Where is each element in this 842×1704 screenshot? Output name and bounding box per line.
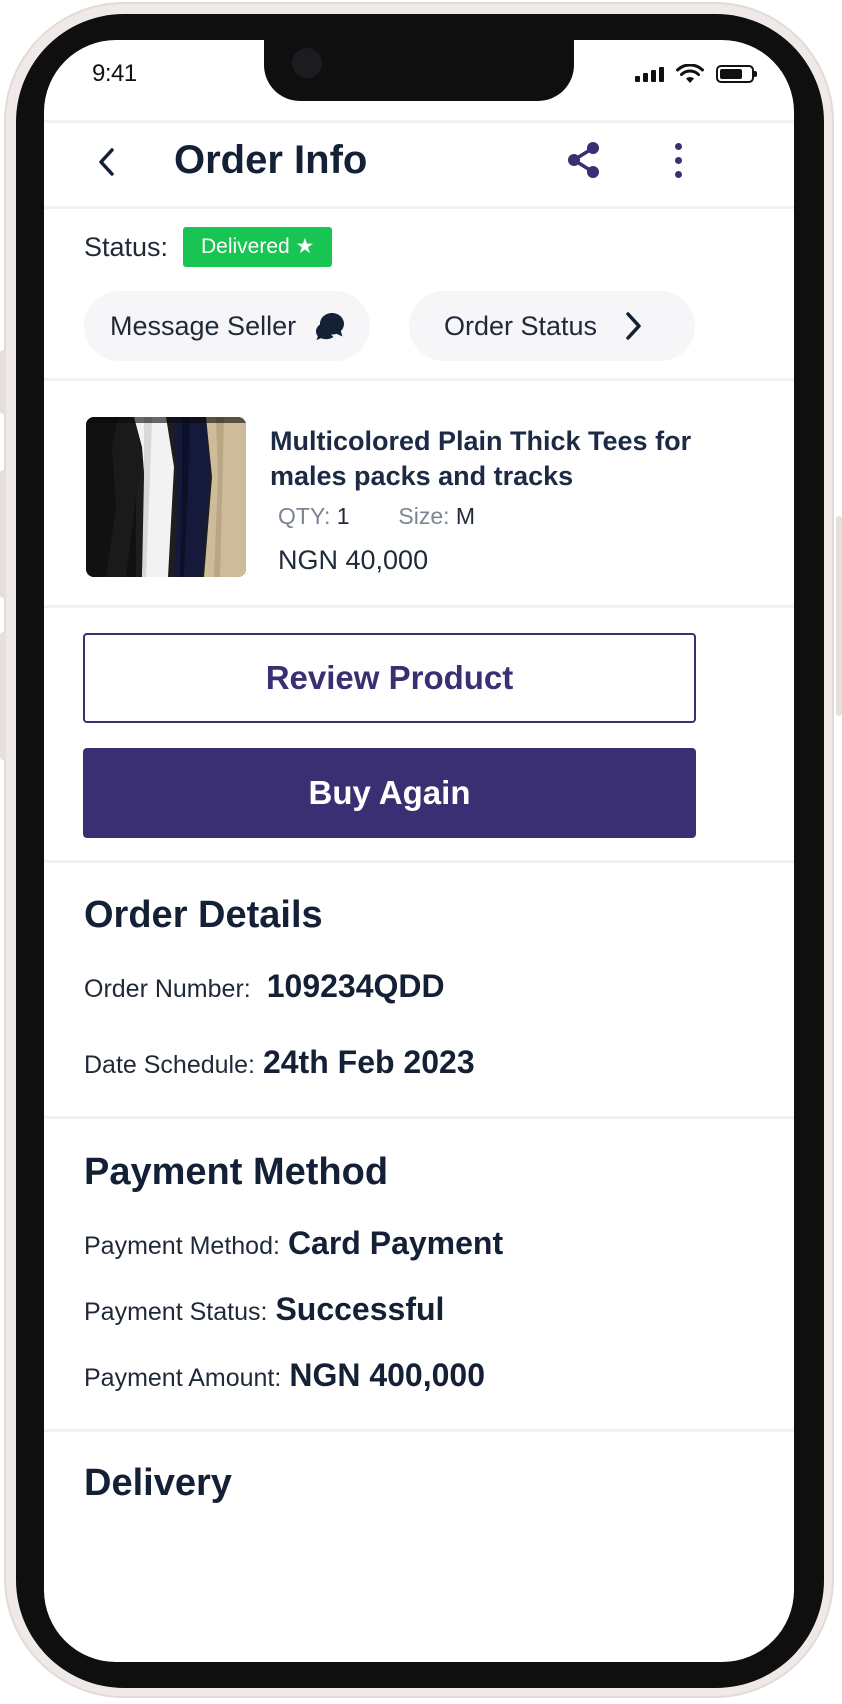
more-options-button[interactable]: [658, 140, 698, 180]
message-seller-label: Message Seller: [110, 310, 297, 341]
payment-amount-row: Payment Amount: NGN 400,000: [84, 1357, 485, 1394]
order-status-button[interactable]: Order Status: [409, 291, 695, 361]
product-meta: QTY: 1 Size: M: [278, 503, 475, 530]
phone-side-button: [0, 350, 6, 414]
payment-method-value: Card Payment: [287, 1225, 504, 1261]
date-schedule-label: Date Schedule:: [84, 1051, 255, 1079]
product-name[interactable]: Multicolored Plain Thick Tees for males …: [270, 424, 710, 494]
qty-value: 1: [336, 503, 350, 529]
product-price: NGN 40,000: [278, 545, 429, 575]
app-screen: 9:41 Order Info Status: Delivered ★ Mess…: [44, 40, 794, 1662]
share-button[interactable]: [564, 140, 604, 180]
chat-bubbles-icon: [316, 313, 345, 340]
order-status-label: Order Status: [444, 310, 598, 341]
payment-method-row: Payment Method: Card Payment: [84, 1225, 503, 1262]
order-details-title: Order Details: [84, 894, 323, 936]
order-number-value: 109234QDD: [266, 968, 445, 1004]
status-time: 9:41: [92, 60, 137, 87]
battery-icon: [716, 65, 757, 83]
date-schedule-row: Date Schedule: 24th Feb 2023: [84, 1044, 475, 1081]
divider: [44, 605, 794, 608]
status-label: Status:: [84, 232, 169, 262]
payment-status-row: Payment Status: Successful: [84, 1291, 444, 1328]
size-value: M: [455, 503, 476, 529]
tshirts-photo: [86, 417, 246, 577]
divider: [44, 206, 794, 209]
buy-again-button[interactable]: Buy Again: [83, 748, 696, 838]
chevron-right-icon: [626, 312, 641, 340]
chevron-left-icon: [99, 148, 114, 176]
delivery-title: Delivery: [84, 1462, 232, 1504]
phone-side-button: [836, 516, 842, 716]
divider: [44, 378, 794, 381]
order-number-label: Order Number:: [84, 975, 251, 1003]
qty-label: QTY:: [278, 503, 331, 529]
page-title: Order Info: [174, 138, 368, 182]
payment-amount-value: NGN 400,000: [289, 1357, 485, 1393]
front-camera: [292, 48, 322, 78]
divider: [44, 1116, 794, 1119]
product-image[interactable]: [86, 417, 246, 577]
size-label: Size:: [398, 503, 450, 529]
divider: [44, 1429, 794, 1432]
cellular-signal-icon: [635, 66, 664, 82]
phone-side-button: [0, 632, 6, 760]
divider: [44, 860, 794, 863]
date-schedule-value: 24th Feb 2023: [262, 1044, 475, 1080]
payment-method-title: Payment Method: [84, 1151, 389, 1193]
notch: [264, 40, 574, 101]
status-badge: Delivered ★: [183, 227, 333, 267]
review-product-button[interactable]: Review Product: [83, 633, 696, 723]
wifi-icon: [676, 64, 704, 83]
phone-side-button: [0, 470, 6, 598]
message-seller-button[interactable]: Message Seller: [84, 291, 370, 361]
payment-status-value: Successful: [275, 1291, 445, 1327]
back-button[interactable]: [88, 144, 124, 180]
payment-method-label: Payment Method:: [84, 1232, 280, 1260]
share-icon: [568, 142, 599, 178]
status-icons: [635, 64, 757, 84]
payment-status-label: Payment Status:: [84, 1298, 268, 1326]
divider: [44, 120, 794, 123]
order-number-row: Order Number: 109234QDD: [84, 968, 445, 1005]
more-vertical-icon: [674, 142, 682, 150]
payment-amount-label: Payment Amount:: [84, 1364, 282, 1392]
